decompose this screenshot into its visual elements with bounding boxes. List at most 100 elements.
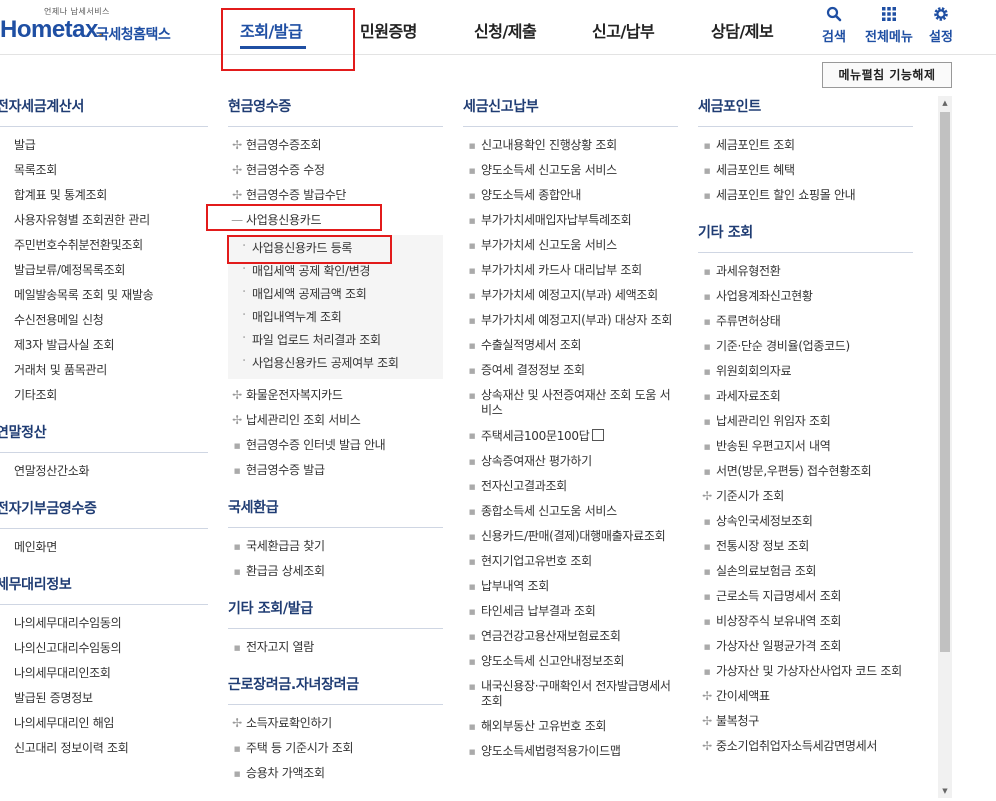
section-title-tax-report[interactable]: 세금신고납부 <box>463 96 678 127</box>
menu-item[interactable]: ■ 현금영수증 인터넷 발급 안내 <box>228 433 443 458</box>
menu-item[interactable]: ■ 환급금 상세조회 <box>228 559 443 584</box>
section-title-eitc[interactable]: 근로장려금.자녀장려금 <box>228 674 443 705</box>
menu-item[interactable]: ■주민번호수취분전환및조회 <box>0 233 208 258</box>
menu-item[interactable]: ■ 수출실적명세서 조회 <box>463 333 678 358</box>
nav-consult-report[interactable]: 상담/제보 <box>711 18 774 42</box>
menu-item[interactable]: ■ 전자신고결과조회 <box>463 474 678 499</box>
menu-item[interactable]: ■수신전용메일 신청 <box>0 308 208 333</box>
menu-item[interactable]: ■ 해외부동산 고유번호 조회 <box>463 714 678 739</box>
menu-item[interactable]: ✢ 현금영수증조회 <box>228 133 443 158</box>
section-title-tax-point[interactable]: 세금포인트 <box>698 96 913 127</box>
menu-item[interactable]: ■ 부가가치세 예정고지(부과) 세액조회 <box>463 283 678 308</box>
section-title-etc-inquiry[interactable]: 기타 조회 <box>698 222 913 253</box>
menu-item[interactable]: ✢ 불복청구 <box>698 709 913 734</box>
menu-item[interactable]: ■ 세금포인트 할인 쇼핑몰 안내 <box>698 183 913 208</box>
scroll-up-arrow[interactable]: ▲ <box>938 96 952 110</box>
menu-item[interactable]: ■ 양도소득세 신고도움 서비스 <box>463 158 678 183</box>
nav-civil-certificate[interactable]: 민원증명 <box>360 18 417 42</box>
menu-item[interactable]: ✢ 현금영수증 수정 <box>228 158 443 183</box>
menu-item[interactable]: ■메일발송목록 조회 및 재발송 <box>0 283 208 308</box>
settings-tool[interactable]: 설정 <box>929 6 953 45</box>
menu-item[interactable]: ■연말정산간소화 <box>0 459 208 484</box>
menu-item[interactable]: ■ 비상장주식 보유내역 조회 <box>698 609 913 634</box>
menu-item[interactable]: ■ 신용카드/판매(결제)대행매출자료조회 <box>463 524 678 549</box>
section-title[interactable]: 세무대리정보 <box>0 574 208 605</box>
menu-item[interactable]: ■ 종합소득세 신고도움 서비스 <box>463 499 678 524</box>
menu-item[interactable]: ■거래처 및 품목관리 <box>0 358 208 383</box>
section-title[interactable]: 전자세금계산서 <box>0 96 208 127</box>
section-title-refund[interactable]: 국세환급 <box>228 497 443 528</box>
scroll-down-arrow[interactable]: ▼ <box>938 784 952 798</box>
menu-item[interactable]: ■목록조회 <box>0 158 208 183</box>
menu-item[interactable]: ■기타조회 <box>0 383 208 408</box>
menu-item[interactable]: ■ 반송된 우편고지서 내역 <box>698 434 913 459</box>
menu-item[interactable]: ■ 연금건강고용산재보험료조회 <box>463 624 678 649</box>
menu-item[interactable]: ■ 근로소득 지급명세서 조회 <box>698 584 913 609</box>
menu-item[interactable]: ■ 상속재산 및 사전증여재산 조회 도움 서비스 <box>463 383 678 423</box>
menu-item[interactable]: ■ 현금영수증 발급 <box>228 458 443 483</box>
submenu-item[interactable]: · 매입내역누계 조회 <box>228 306 443 329</box>
menu-item[interactable]: ■ 가상자산 및 가상자산사업자 코드 조회 <box>698 659 913 684</box>
allmenu-tool[interactable]: 전체메뉴 <box>865 6 913 45</box>
section-title[interactable]: 연말정산 <box>0 422 208 453</box>
menu-item[interactable]: ■ 과세유형전환 <box>698 259 913 284</box>
menu-item[interactable]: ■ 서면(방문,우편등) 접수현황조회 <box>698 459 913 484</box>
menu-item[interactable]: ■ 양도소득세법령적용가이드맵 <box>463 739 678 764</box>
section-title-cash-receipt[interactable]: 현금영수증 <box>228 96 443 127</box>
menu-item[interactable]: ■ 사업용계좌신고현황 <box>698 284 913 309</box>
menu-item[interactable]: ■ 기준·단순 경비율(업종코드) <box>698 334 913 359</box>
menu-item[interactable]: ✢ 납세관리인 조회 서비스 <box>228 408 443 433</box>
menu-item[interactable]: ■ 상속증여재산 평가하기 <box>463 449 678 474</box>
menu-item[interactable]: ■신고대리 정보이력 조회 <box>0 736 208 761</box>
menu-item[interactable]: ■ 국세환급금 찾기 <box>228 534 443 559</box>
menu-item[interactable]: ■ 납부내역 조회 <box>463 574 678 599</box>
menu-item[interactable]: ✢ 기준시가 조회 <box>698 484 913 509</box>
menu-item[interactable]: ■사용자유형별 조회권한 관리 <box>0 208 208 233</box>
menu-item[interactable]: ■나의세무대리인조회 <box>0 661 208 686</box>
menu-item[interactable]: ■ 주택세금100문100답 <box>463 423 678 449</box>
scrollbar-thumb[interactable] <box>940 112 950 652</box>
menu-item[interactable]: ■ 증여세 결정정보 조회 <box>463 358 678 383</box>
menu-item[interactable]: ■ 타인세금 납부결과 조회 <box>463 599 678 624</box>
menu-item[interactable]: ■합계표 및 통계조회 <box>0 183 208 208</box>
menu-item[interactable]: ■메인화면 <box>0 535 208 560</box>
menu-item[interactable]: ■발급 <box>0 133 208 158</box>
menu-item[interactable]: ✢ 소득자료확인하기 <box>228 711 443 736</box>
menu-item[interactable]: ■ 부가가치세 신고도움 서비스 <box>463 233 678 258</box>
submenu-item[interactable]: · 파일 업로드 처리결과 조회 <box>228 329 443 352</box>
section-title-etc-issue[interactable]: 기타 조회/발급 <box>228 598 443 629</box>
menu-item[interactable]: ■ 전통시장 정보 조회 <box>698 534 913 559</box>
menu-item[interactable]: ■ 세금포인트 혜택 <box>698 158 913 183</box>
menu-item[interactable]: ■ 실손의료보험금 조회 <box>698 559 913 584</box>
menu-item[interactable]: ■ 부가가치세 카드사 대리납부 조회 <box>463 258 678 283</box>
menu-item[interactable]: ✢ 간이세액표 <box>698 684 913 709</box>
menu-item[interactable]: ✢ 화물운전자복지카드 <box>228 383 443 408</box>
menu-item[interactable]: ■ 위원회회의자료 <box>698 359 913 384</box>
menu-item[interactable]: ■ 양도소득세 신고안내정보조회 <box>463 649 678 674</box>
section-title[interactable]: 전자기부금영수증 <box>0 498 208 529</box>
menu-item[interactable]: ■ 주택 등 기준시가 조회 <box>228 736 443 761</box>
menu-item[interactable]: ■ 세금포인트 조회 <box>698 133 913 158</box>
hometax-logo[interactable]: 언제나 납세서비스 Hometax. 국세청홈택스 <box>0 4 180 48</box>
menu-item[interactable]: ■ 가상자산 일평균가격 조회 <box>698 634 913 659</box>
menu-item[interactable]: ■발급보류/예정목록조회 <box>0 258 208 283</box>
menu-item[interactable]: ■나의신고대리수임동의 <box>0 636 208 661</box>
menu-item[interactable]: ■제3자 발급사실 조회 <box>0 333 208 358</box>
nav-apply-submit[interactable]: 신청/제출 <box>474 18 537 42</box>
menu-item[interactable]: ■ 부가가치세 예정고지(부과) 대상자 조회 <box>463 308 678 333</box>
submenu-item[interactable]: · 사업용신용카드 공제여부 조회 <box>228 352 443 375</box>
menu-item[interactable]: ■ 주류면허상태 <box>698 309 913 334</box>
menu-item[interactable]: ■ 전자고지 열람 <box>228 635 443 660</box>
menu-item[interactable]: ■나의세무대리인 해임 <box>0 711 208 736</box>
menu-item[interactable]: ■ 현지기업고유번호 조회 <box>463 549 678 574</box>
submenu-item[interactable]: · 매입세액 공제금액 조회 <box>228 283 443 306</box>
menu-item[interactable]: ✢ 중소기업취업자소득세감면명세서 <box>698 734 913 759</box>
menu-expand-disable-button[interactable]: 메뉴펼침 기능해제 <box>822 62 952 88</box>
menu-item[interactable]: ■발급된 증명정보 <box>0 686 208 711</box>
search-tool[interactable]: 검색 <box>822 6 846 45</box>
menu-item[interactable]: ■ 부가가치세매입자납부특례조회 <box>463 208 678 233</box>
menu-item[interactable]: ■ 과세자료조회 <box>698 384 913 409</box>
nav-report-pay[interactable]: 신고/납부 <box>592 18 655 42</box>
menu-item[interactable]: ■ 상속인국세정보조회 <box>698 509 913 534</box>
menu-item[interactable]: ■ 승용차 가액조회 <box>228 761 443 786</box>
